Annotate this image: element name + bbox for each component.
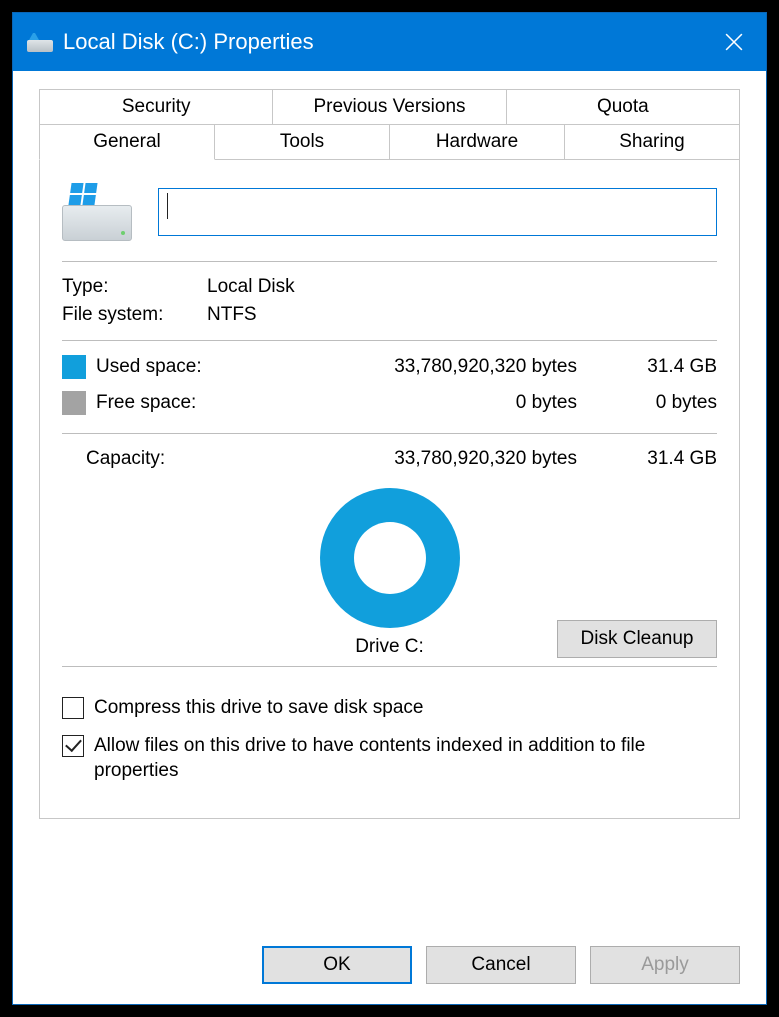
index-checkbox[interactable] bbox=[62, 735, 84, 757]
disk-cleanup-button[interactable]: Disk Cleanup bbox=[557, 620, 717, 658]
free-label: Free space: bbox=[86, 392, 246, 414]
used-swatch bbox=[62, 355, 86, 379]
tab-sharing[interactable]: Sharing bbox=[564, 124, 740, 160]
tab-security[interactable]: Security bbox=[39, 89, 273, 124]
filesystem-label: File system: bbox=[62, 304, 207, 326]
divider bbox=[62, 261, 717, 262]
usage-donut-chart bbox=[320, 488, 460, 628]
free-human: 0 bytes bbox=[607, 392, 717, 414]
compress-checkbox[interactable] bbox=[62, 697, 84, 719]
cancel-button[interactable]: Cancel bbox=[426, 946, 576, 984]
used-label: Used space: bbox=[86, 356, 246, 378]
tab-tools[interactable]: Tools bbox=[214, 124, 390, 160]
tab-previous-versions[interactable]: Previous Versions bbox=[272, 89, 506, 124]
ok-button[interactable]: OK bbox=[262, 946, 412, 984]
index-label: Allow files on this drive to have conten… bbox=[94, 733, 717, 784]
client-area: Security Previous Versions Quota General… bbox=[13, 71, 766, 926]
tab-general[interactable]: General bbox=[39, 124, 215, 160]
divider bbox=[62, 340, 717, 341]
titlebar[interactable]: Local Disk (C:) Properties bbox=[13, 13, 766, 71]
compress-label: Compress this drive to save disk space bbox=[94, 695, 717, 721]
properties-dialog: Local Disk (C:) Properties Security Prev… bbox=[12, 12, 767, 1005]
free-bytes: 0 bytes bbox=[246, 392, 607, 414]
close-button[interactable] bbox=[702, 13, 766, 71]
tab-quota[interactable]: Quota bbox=[506, 89, 740, 124]
capacity-label: Capacity: bbox=[86, 448, 246, 470]
divider bbox=[62, 666, 717, 667]
divider bbox=[62, 433, 717, 434]
filesystem-value: NTFS bbox=[207, 304, 257, 326]
dialog-footer: OK Cancel Apply bbox=[13, 926, 766, 1004]
close-icon bbox=[725, 33, 743, 51]
drive-label: Drive C: bbox=[355, 636, 424, 658]
type-value: Local Disk bbox=[207, 276, 295, 298]
volume-label-input[interactable] bbox=[158, 188, 717, 236]
capacity-bytes: 33,780,920,320 bytes bbox=[246, 448, 607, 470]
drive-icon bbox=[27, 32, 53, 52]
window-title: Local Disk (C:) Properties bbox=[63, 29, 702, 55]
tab-panel-general: Type: Local Disk File system: NTFS Used … bbox=[39, 159, 740, 819]
apply-button[interactable]: Apply bbox=[590, 946, 740, 984]
capacity-human: 31.4 GB bbox=[607, 448, 717, 470]
used-human: 31.4 GB bbox=[607, 356, 717, 378]
tab-hardware[interactable]: Hardware bbox=[389, 124, 565, 160]
type-label: Type: bbox=[62, 276, 207, 298]
tab-strip: Security Previous Versions Quota General… bbox=[39, 89, 740, 160]
used-bytes: 33,780,920,320 bytes bbox=[246, 356, 607, 378]
drive-large-icon bbox=[62, 183, 132, 241]
free-swatch bbox=[62, 391, 86, 415]
